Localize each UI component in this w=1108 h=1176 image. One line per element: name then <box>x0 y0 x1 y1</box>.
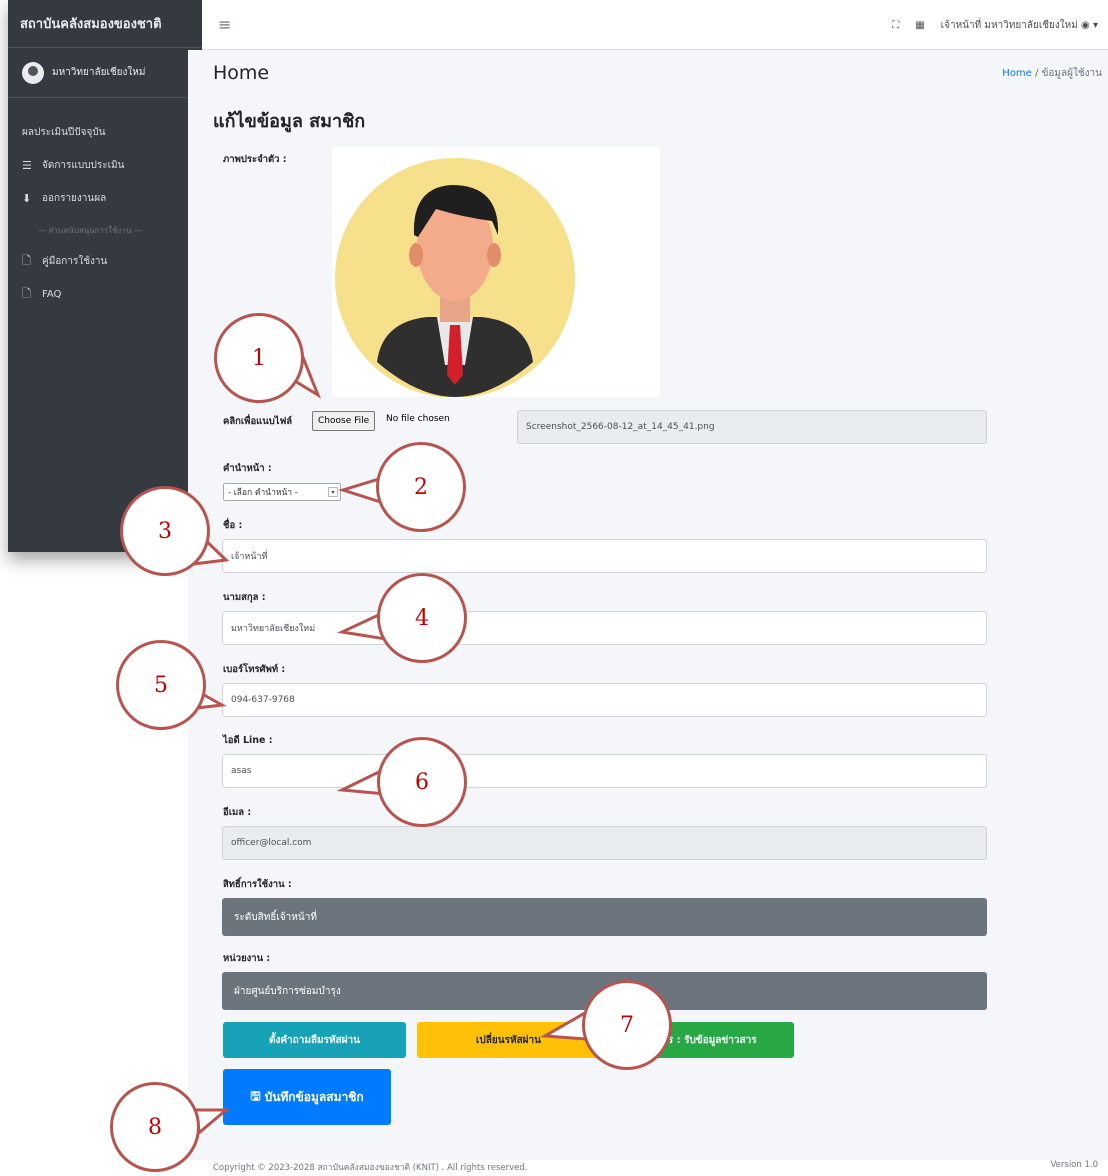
callout-1: 1 <box>214 313 304 403</box>
callout-pointers <box>176 346 603 1135</box>
callout-5: 5 <box>116 640 206 730</box>
callout-2: 2 <box>376 442 466 532</box>
callout-8: 8 <box>110 1082 200 1172</box>
callout-7: 7 <box>582 980 672 1070</box>
callout-6: 6 <box>377 737 467 827</box>
callout-3: 3 <box>120 486 210 576</box>
callout-4: 4 <box>377 573 467 663</box>
